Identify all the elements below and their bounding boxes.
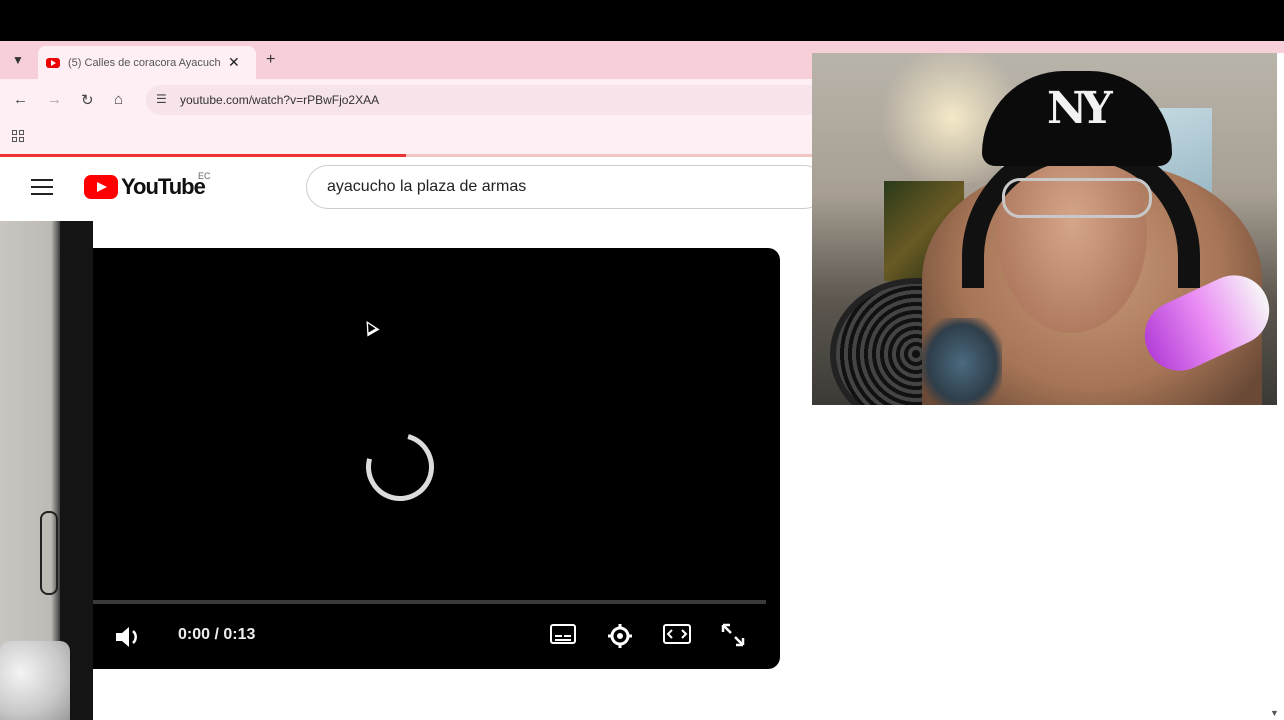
browser-window: ▼ (5) Calles de coracora Ayacucho ✕ + ← … bbox=[0, 41, 826, 221]
country-code: EC bbox=[198, 171, 211, 181]
address-bar[interactable]: ☰ youtube.com/watch?v=rPBwFjo2XAA bbox=[146, 85, 826, 115]
loading-spinner-icon bbox=[353, 420, 447, 514]
youtube-logo[interactable]: YouTube EC bbox=[84, 171, 211, 200]
tab-strip: ▼ (5) Calles de coracora Ayacucho ✕ + bbox=[0, 41, 812, 79]
time-display: 0:00 / 0:13 bbox=[178, 626, 256, 643]
webcam-cap-logo: NY bbox=[1047, 83, 1113, 134]
reload-icon[interactable]: ↻ bbox=[81, 91, 94, 109]
streamer-webcam: NY bbox=[812, 53, 1277, 405]
search-query: ayacucho la plaza de armas bbox=[327, 178, 527, 195]
browser-toolbar: ← → ↻ ⌂ ☰ youtube.com/watch?v=rPBwFjo2XA… bbox=[0, 79, 826, 121]
tab-title: (5) Calles de coracora Ayacucho bbox=[68, 56, 220, 69]
video-player[interactable]: 0:00 / 0:13 bbox=[93, 248, 780, 669]
youtube-play-icon bbox=[84, 175, 118, 199]
youtube-favicon-icon bbox=[46, 57, 60, 68]
camera-cable bbox=[40, 511, 58, 595]
fullscreen-icon[interactable] bbox=[720, 622, 746, 654]
home-icon[interactable]: ⌂ bbox=[114, 91, 123, 108]
youtube-wordmark: YouTube bbox=[121, 174, 206, 199]
subtitles-icon[interactable] bbox=[549, 622, 577, 652]
back-arrow-icon[interactable]: ← bbox=[13, 91, 28, 108]
tune-icon[interactable]: ☰ bbox=[156, 92, 167, 106]
player-controls: 0:00 / 0:13 bbox=[93, 616, 780, 656]
url-text: youtube.com/watch?v=rPBwFjo2XAA bbox=[180, 93, 380, 107]
apps-grid-icon[interactable] bbox=[12, 130, 24, 142]
webcam-glasses bbox=[1002, 178, 1152, 218]
new-tab-button[interactable]: + bbox=[266, 51, 275, 69]
youtube-header: YouTube EC ayacucho la plaza de armas bbox=[0, 157, 826, 221]
hamburger-menu-icon[interactable] bbox=[31, 179, 53, 200]
search-input[interactable]: ayacucho la plaza de armas bbox=[306, 165, 826, 209]
camera-light bbox=[0, 641, 70, 720]
gear-icon[interactable] bbox=[606, 622, 634, 656]
webcam-tattoo bbox=[922, 318, 1002, 405]
scroll-down-arrow-icon[interactable]: ▼ bbox=[1270, 708, 1279, 718]
tab-active[interactable]: (5) Calles de coracora Ayacucho ✕ bbox=[38, 46, 256, 79]
mouse-cursor-icon bbox=[360, 317, 380, 337]
volume-icon[interactable] bbox=[114, 624, 144, 655]
close-icon[interactable]: ✕ bbox=[228, 54, 240, 71]
theater-mode-icon[interactable] bbox=[662, 622, 692, 652]
chevron-down-icon[interactable]: ▼ bbox=[8, 50, 28, 70]
top-black-bar bbox=[0, 0, 1284, 41]
bookmarks-bar bbox=[0, 121, 812, 154]
progress-scrubber[interactable] bbox=[93, 600, 766, 604]
forward-arrow-icon[interactable]: → bbox=[47, 91, 62, 108]
left-camera-feed bbox=[0, 221, 93, 720]
